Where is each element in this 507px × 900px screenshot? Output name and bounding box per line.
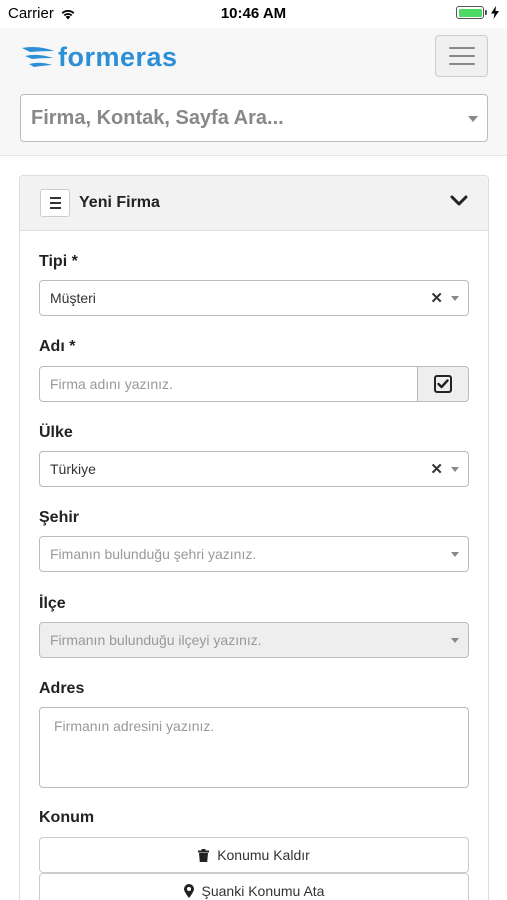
- search-placeholder: Firma, Kontak, Sayfa Ara...: [31, 106, 284, 129]
- checkbox-checked-icon: [434, 375, 452, 393]
- type-label: Tipi *: [39, 253, 78, 270]
- chevron-down-icon: [451, 552, 459, 557]
- country-label: Ülke: [39, 424, 73, 441]
- district-select: Firmanın bulunduğu ilçeyi yazınız.: [39, 622, 469, 658]
- list-icon-bar: [49, 202, 61, 204]
- app-header: formeras Firma, Kontak, Sayfa Ara...: [0, 28, 507, 156]
- remove-location-label: Konumu Kaldır: [217, 847, 310, 863]
- hamburger-icon-bar: [448, 63, 475, 65]
- logo-text: formeras: [58, 42, 178, 72]
- chevron-down-icon: [451, 638, 459, 643]
- company-name-input[interactable]: Firma adını yazınız.: [39, 366, 418, 402]
- country-value: Türkiye: [50, 461, 96, 477]
- name-placeholder: Firma adını yazınız.: [50, 376, 173, 392]
- city-select[interactable]: Fimanın bulunduğu şehri yazınız.: [39, 536, 469, 572]
- city-placeholder: Fimanın bulunduğu şehri yazınız.: [50, 546, 257, 562]
- status-bar: Carrier 10:46 AM: [0, 0, 507, 28]
- set-current-location-button[interactable]: Şuanki Konumu Ata: [39, 873, 469, 900]
- name-check-addon[interactable]: [418, 366, 469, 402]
- list-icon-bar: [49, 207, 61, 209]
- address-label: Adres: [39, 680, 85, 697]
- clear-x-icon[interactable]: ✕: [430, 460, 443, 478]
- new-company-panel: Yeni Firma Tipi * Müşteri ✕ Adı * Firma …: [19, 175, 489, 900]
- battery-indicator: [456, 6, 499, 19]
- logo-wing-icon: [22, 46, 54, 67]
- panel-menu-button[interactable]: [40, 189, 70, 217]
- address-textarea[interactable]: Firmanın adresini yazınız.: [39, 707, 469, 788]
- location-label: Konum: [39, 809, 95, 826]
- hamburger-menu-button[interactable]: [435, 35, 488, 77]
- global-search-select[interactable]: Firma, Kontak, Sayfa Ara...: [20, 94, 488, 142]
- name-label: Adı *: [39, 338, 76, 355]
- chevron-down-icon: [468, 116, 478, 122]
- collapse-chevron-icon[interactable]: [450, 195, 468, 207]
- panel-header[interactable]: Yeni Firma: [20, 176, 488, 231]
- country-select[interactable]: Türkiye ✕: [39, 451, 469, 487]
- type-select[interactable]: Müşteri ✕: [39, 280, 469, 316]
- brand-logo[interactable]: formeras: [20, 42, 178, 73]
- battery-icon: [456, 6, 487, 19]
- clock: 10:46 AM: [220, 5, 287, 22]
- list-icon-bar: [49, 197, 61, 199]
- district-label: İlçe: [39, 595, 66, 612]
- chevron-down-icon: [451, 467, 459, 472]
- charging-bolt-icon: [491, 6, 499, 19]
- chevron-down-icon: [451, 296, 459, 301]
- city-label: Şehir: [39, 509, 80, 526]
- hamburger-icon-bar: [448, 47, 475, 49]
- trash-icon: [198, 848, 210, 862]
- name-input-group: Firma adını yazınız.: [39, 366, 469, 402]
- map-marker-icon: [183, 884, 194, 898]
- address-placeholder: Firmanın adresini yazınız.: [54, 718, 215, 734]
- clear-x-icon[interactable]: ✕: [430, 289, 443, 307]
- type-value: Müşteri: [50, 290, 96, 306]
- set-location-label: Şuanki Konumu Ata: [201, 883, 325, 899]
- district-placeholder: Firmanın bulunduğu ilçeyi yazınız.: [50, 632, 262, 648]
- remove-location-button[interactable]: Konumu Kaldır: [39, 837, 469, 873]
- hamburger-icon-bar: [448, 55, 475, 57]
- panel-title: Yeni Firma: [79, 194, 160, 211]
